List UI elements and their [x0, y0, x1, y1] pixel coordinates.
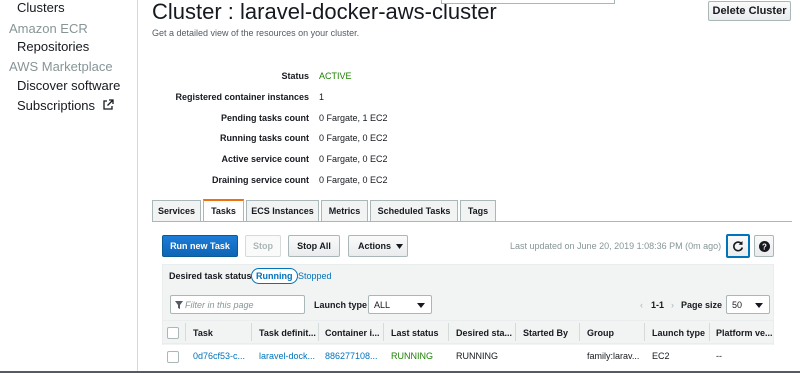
- tab-services[interactable]: Services: [152, 200, 201, 221]
- sidebar-item-clusters[interactable]: Clusters: [17, 0, 65, 15]
- task-definition-link[interactable]: laravel-dock...: [259, 351, 315, 361]
- launch-type-value: ALL: [374, 299, 391, 310]
- running-tasks-value: 0 Fargate, 0 EC2: [319, 133, 388, 143]
- refresh-button[interactable]: [726, 234, 750, 258]
- active-service-value: 0 Fargate, 0 EC2: [319, 154, 388, 164]
- status-value: ACTIVE: [319, 71, 352, 81]
- filter-placeholder: Filter in this page: [185, 299, 254, 310]
- active-service-label: Active service count: [221, 154, 309, 164]
- platform-version-cell: --: [716, 351, 722, 361]
- select-all-checkbox[interactable]: [167, 327, 179, 339]
- column-desired-status[interactable]: Desired sta...: [456, 328, 512, 338]
- header-search-field[interactable]: [441, 0, 615, 4]
- column-divider: [251, 323, 252, 341]
- next-page-icon[interactable]: ›: [671, 300, 674, 310]
- column-divider: [644, 323, 645, 341]
- tab-tags[interactable]: Tags: [460, 200, 496, 221]
- tab-metrics[interactable]: Metrics: [321, 200, 368, 221]
- registered-instances-value: 1: [319, 92, 325, 102]
- stop-button[interactable]: Stop: [245, 235, 281, 257]
- actions-dropdown[interactable]: Actions: [348, 235, 408, 257]
- launch-type-label: Launch type: [314, 300, 368, 310]
- last-updated-text: Last updated on June 20, 2019 1:08:36 PM…: [510, 241, 722, 251]
- running-tasks-label: Running tasks count: [219, 133, 309, 143]
- sidebar-section-amazon-ecr: Amazon ECR: [9, 21, 88, 36]
- column-divider: [318, 323, 319, 341]
- sidebar-item-repositories[interactable]: Repositories: [17, 39, 89, 54]
- tab-tasks[interactable]: Tasks: [203, 199, 244, 221]
- column-platform-version[interactable]: Platform ve...: [716, 328, 773, 338]
- svg-text:?: ?: [762, 242, 767, 251]
- running-filter-pill[interactable]: Running: [251, 268, 298, 284]
- column-divider: [448, 323, 449, 341]
- container-instance-link[interactable]: 886277108...: [325, 351, 378, 361]
- filter-input[interactable]: Filter in this page: [170, 295, 305, 314]
- desired-status-cell: RUNNING: [456, 351, 498, 361]
- registered-instances-label: Registered container instances: [175, 92, 309, 102]
- pending-tasks-value: 0 Fargate, 1 EC2: [319, 113, 388, 123]
- column-divider: [709, 323, 710, 341]
- prev-page-icon[interactable]: ‹: [640, 300, 643, 310]
- run-new-task-button[interactable]: Run new Task: [162, 235, 238, 257]
- pending-tasks-label: Pending tasks count: [220, 113, 309, 123]
- column-started-by[interactable]: Started By: [523, 328, 568, 338]
- column-divider: [185, 323, 186, 341]
- sidebar-item-subscriptions-label: Subscriptions: [17, 98, 96, 113]
- row-checkbox[interactable]: [167, 351, 179, 363]
- refresh-icon: [733, 241, 744, 252]
- launch-type-select[interactable]: ALL: [368, 295, 432, 314]
- page-size-value: 50: [732, 299, 743, 310]
- sidebar: Clusters Amazon ECR Repositories AWS Mar…: [0, 0, 138, 373]
- page-subtitle: Get a detailed view of the resources on …: [152, 28, 360, 38]
- last-status-cell: RUNNING: [391, 351, 433, 361]
- column-task-definition[interactable]: Task definit...: [259, 328, 316, 338]
- stop-all-button[interactable]: Stop All: [288, 235, 340, 257]
- delete-cluster-button[interactable]: Delete Cluster: [708, 1, 791, 21]
- column-task[interactable]: Task: [193, 328, 213, 338]
- help-button[interactable]: ?: [754, 235, 774, 257]
- task-id-link[interactable]: 0d76cf53-c...: [193, 351, 245, 361]
- status-label: Status: [281, 71, 309, 81]
- tab-scheduled-tasks[interactable]: Scheduled Tasks: [370, 200, 458, 221]
- page-range: 1-1: [651, 300, 665, 310]
- help-icon: ?: [758, 240, 770, 252]
- stopped-filter-link[interactable]: Stopped: [298, 271, 332, 281]
- column-launch-type[interactable]: Launch type: [652, 328, 705, 338]
- caret-down-icon: [417, 303, 425, 308]
- page-size-label: Page size: [681, 300, 723, 310]
- column-divider: [383, 323, 384, 341]
- sidebar-item-subscriptions[interactable]: Subscriptions: [17, 98, 114, 113]
- draining-service-value: 0 Fargate, 0 EC2: [319, 175, 388, 185]
- column-divider: [515, 323, 516, 341]
- caret-down-icon: [396, 243, 404, 249]
- external-link-icon: [103, 99, 114, 110]
- page-size-select[interactable]: 50: [726, 295, 770, 314]
- filter-icon: [175, 301, 183, 309]
- tab-ecs-instances[interactable]: ECS Instances: [246, 200, 319, 221]
- column-divider: [579, 323, 580, 341]
- column-container-instance[interactable]: Container i...: [325, 328, 380, 338]
- tab-divider: [152, 221, 792, 222]
- actions-label: Actions: [358, 241, 392, 251]
- sidebar-item-discover-software[interactable]: Discover software: [17, 78, 120, 93]
- sidebar-section-aws-marketplace: AWS Marketplace: [9, 59, 113, 74]
- launch-type-cell: EC2: [652, 351, 670, 361]
- draining-service-label: Draining service count: [211, 175, 309, 185]
- group-cell: family:larav...: [587, 351, 640, 361]
- caret-down-icon: [755, 303, 763, 308]
- column-last-status[interactable]: Last status: [391, 328, 439, 338]
- column-group[interactable]: Group: [587, 328, 614, 338]
- desired-status-label: Desired task status:: [169, 271, 255, 281]
